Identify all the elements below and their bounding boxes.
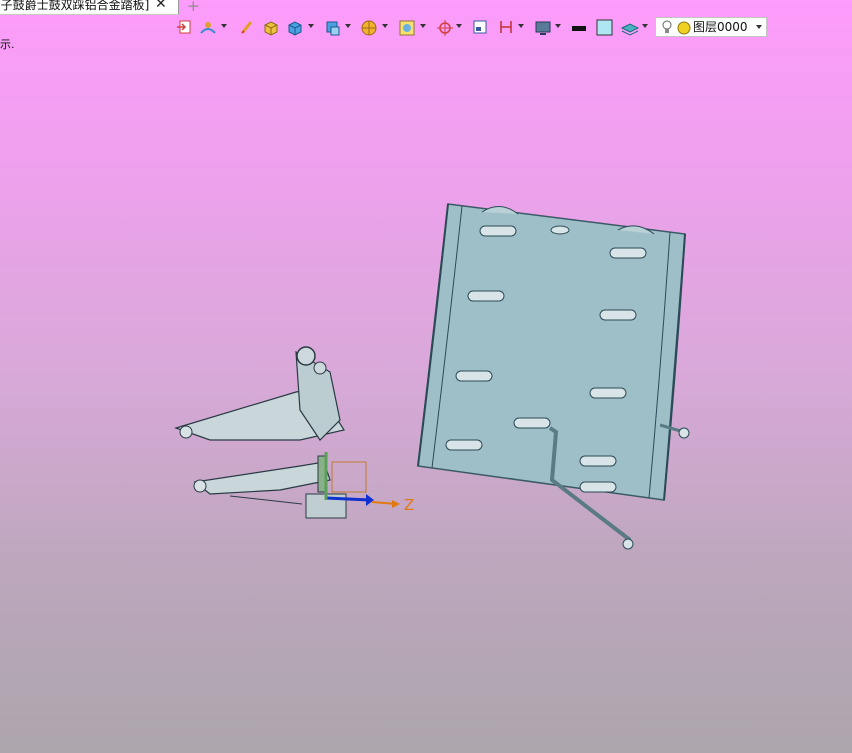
display-icon[interactable] bbox=[534, 19, 552, 37]
render-icon[interactable] bbox=[398, 19, 416, 37]
layers-dropdown-icon[interactable] bbox=[642, 24, 648, 28]
sketch-dropdown-icon[interactable] bbox=[221, 24, 227, 28]
color-swatch-cyan[interactable] bbox=[596, 19, 614, 37]
layer-label: 图层0000 bbox=[693, 20, 748, 34]
document-tab[interactable]: [子鼓爵士鼓双踩铝合金踏板] ✕ bbox=[0, 0, 179, 15]
view-dropdown-icon[interactable] bbox=[345, 24, 351, 28]
document-tab-title: [子鼓爵士鼓双踩铝合金踏板] bbox=[0, 0, 150, 12]
sketch-icon[interactable] bbox=[199, 19, 217, 37]
box-icon[interactable] bbox=[262, 19, 280, 37]
coordinate-axes bbox=[324, 452, 400, 508]
view-cube-icon[interactable] bbox=[324, 19, 342, 37]
snap-dropdown-icon[interactable] bbox=[456, 24, 462, 28]
new-tab-button[interactable]: + bbox=[187, 0, 200, 15]
layers-icon[interactable] bbox=[620, 19, 640, 37]
pedal-model bbox=[174, 346, 347, 519]
close-tab-icon[interactable]: ✕ bbox=[155, 0, 167, 11]
sphere-icon[interactable] bbox=[360, 19, 378, 37]
layer-active-icon[interactable] bbox=[677, 21, 691, 40]
view-toolbar: 图层0000 bbox=[174, 17, 774, 39]
dimension-icon[interactable] bbox=[498, 19, 514, 37]
cube-icon[interactable] bbox=[286, 19, 304, 37]
snap-icon[interactable] bbox=[436, 19, 454, 37]
model-viewport[interactable] bbox=[0, 40, 852, 753]
render-dropdown-icon[interactable] bbox=[420, 24, 426, 28]
document-tab-strip: [子鼓爵士鼓双踩铝合金踏板] ✕ + bbox=[0, 0, 852, 15]
z-axis-label: Z bbox=[404, 496, 415, 514]
pencil-icon[interactable] bbox=[240, 19, 254, 37]
frame-icon[interactable] bbox=[472, 19, 488, 37]
sphere-dropdown-icon[interactable] bbox=[382, 24, 388, 28]
color-swatch-black[interactable] bbox=[571, 19, 587, 37]
dimension-dropdown-icon[interactable] bbox=[518, 24, 524, 28]
display-dropdown-icon[interactable] bbox=[555, 24, 561, 28]
cube-dropdown-icon[interactable] bbox=[308, 24, 314, 28]
lightbulb-icon[interactable] bbox=[661, 20, 673, 40]
chevron-down-icon[interactable] bbox=[756, 25, 762, 29]
exit-icon[interactable] bbox=[176, 19, 192, 37]
bass-drum-model bbox=[417, 203, 690, 550]
layer-select[interactable]: 图层0000 bbox=[655, 17, 767, 37]
